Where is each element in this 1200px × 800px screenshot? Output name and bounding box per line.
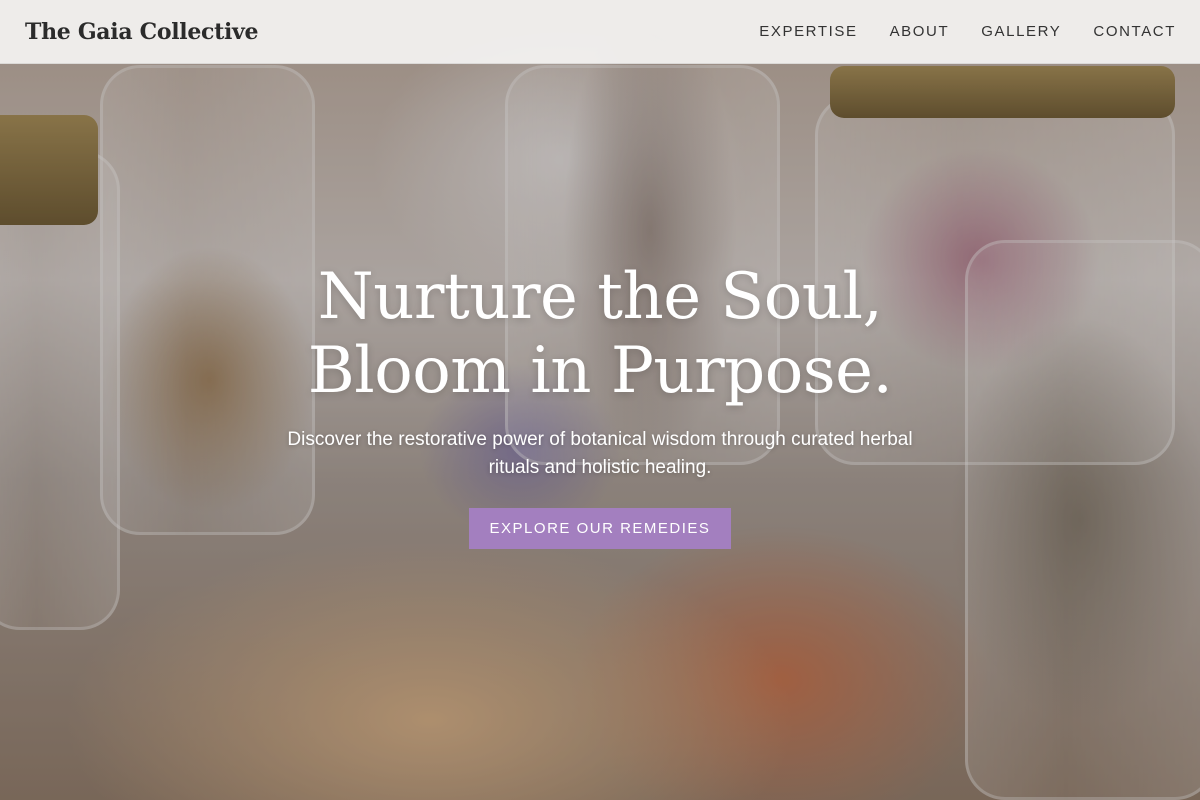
hero-title: Nurture the Soul, Bloom in Purpose. bbox=[308, 260, 893, 408]
hero-title-line-1: Nurture the Soul, bbox=[317, 260, 883, 334]
nav-link-contact[interactable]: CONTACT bbox=[1093, 23, 1176, 40]
nav-link-about[interactable]: ABOUT bbox=[890, 23, 950, 40]
site-header: The Gaia Collective EXPERTISE ABOUT GALL… bbox=[0, 0, 1200, 64]
hero-subtitle: Discover the restorative power of botani… bbox=[287, 429, 913, 478]
hero-content: Nurture the Soul, Bloom in Purpose. Disc… bbox=[0, 260, 1200, 549]
nav-link-gallery[interactable]: GALLERY bbox=[981, 23, 1061, 40]
explore-remedies-button[interactable]: EXPLORE OUR REMEDIES bbox=[469, 508, 731, 549]
brand-logo[interactable]: The Gaia Collective bbox=[25, 19, 259, 45]
main-nav: EXPERTISE ABOUT GALLERY CONTACT bbox=[759, 23, 1176, 40]
nav-link-expertise[interactable]: EXPERTISE bbox=[759, 23, 857, 40]
hero-title-line-2: Bloom in Purpose. bbox=[307, 334, 893, 408]
